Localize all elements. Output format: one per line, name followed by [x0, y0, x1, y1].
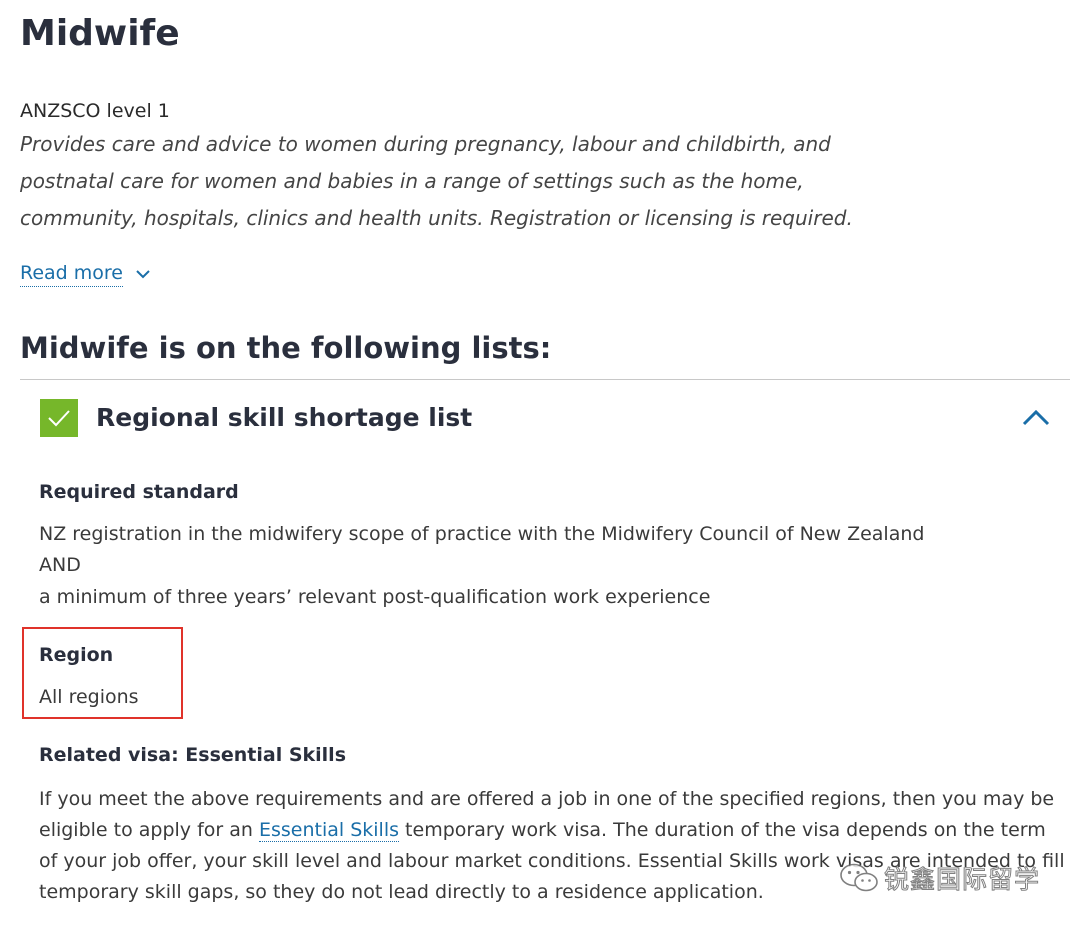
accordion-title: Regional skill shortage list	[96, 403, 473, 432]
occupation-description: Provides care and advice to women during…	[20, 126, 900, 237]
region-value: All regions	[39, 686, 139, 708]
description-line: postnatal care for women and babies in a…	[20, 169, 804, 193]
watermark-text: 锐鑫国际留学	[883, 865, 1041, 895]
required-standard-line: NZ registration in the midwifery scope o…	[39, 523, 925, 545]
chevron-up-icon[interactable]	[1020, 407, 1052, 429]
check-icon	[40, 399, 78, 437]
read-more-label: Read more	[20, 260, 123, 287]
required-standard-line: AND	[39, 554, 81, 576]
read-more-link[interactable]: Read more	[20, 260, 151, 287]
lists-heading: Midwife is on the following lists:	[20, 331, 552, 365]
essential-skills-link[interactable]: Essential Skills	[258, 819, 400, 842]
description-line: Provides care and advice to women during…	[20, 132, 831, 156]
chevron-down-icon	[136, 269, 150, 278]
region-heading: Region	[39, 644, 114, 666]
description-line: community, hospitals, clinics and health…	[20, 206, 853, 230]
required-standard-heading: Required standard	[39, 481, 239, 503]
wechat-icon	[840, 863, 878, 892]
related-visa-heading: Related visa: Essential Skills	[39, 744, 346, 766]
page-title: Midwife	[20, 13, 180, 54]
anzsco-level: ANZSCO level 1	[20, 100, 170, 122]
required-standard-line: a minimum of three years’ relevant post-…	[39, 586, 711, 608]
accordion-header-regional-skill-shortage[interactable]: Regional skill shortage list	[20, 380, 1070, 458]
watermark: 锐鑫国际留学	[838, 860, 1040, 896]
